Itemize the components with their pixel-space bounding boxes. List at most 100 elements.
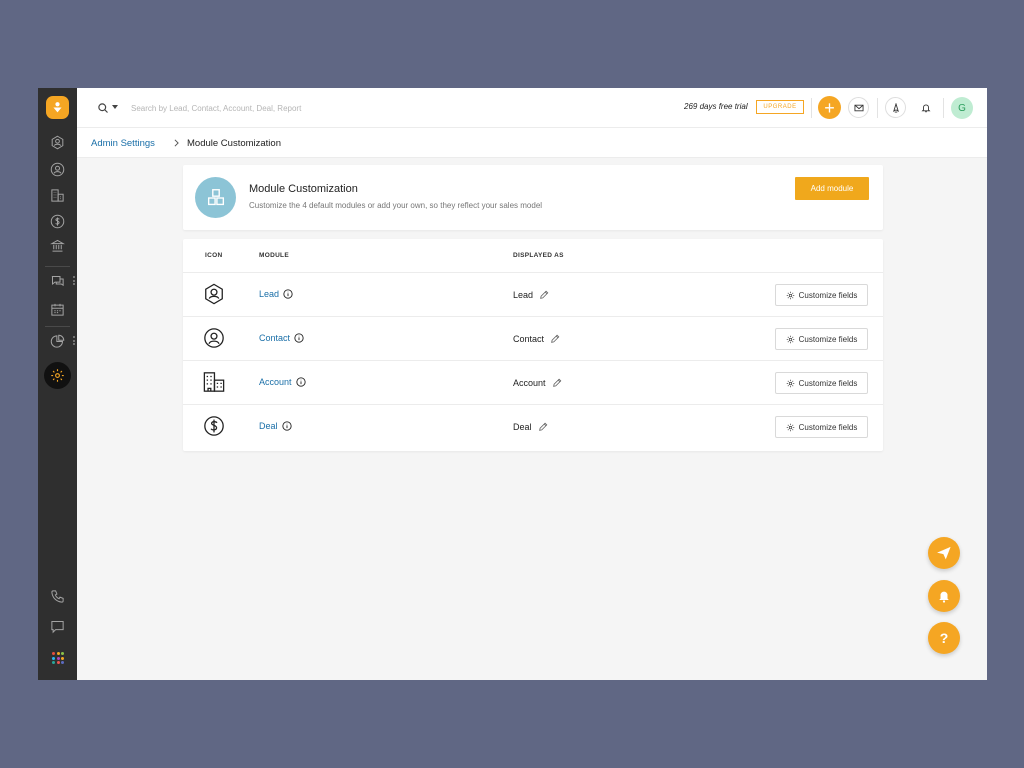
info-icon[interactable] <box>295 377 306 387</box>
add-module-button[interactable]: Add module <box>795 177 869 200</box>
modules-table: ICON MODULE DISPLAYED AS Lead Lead Custo… <box>183 239 883 451</box>
pencil-icon[interactable] <box>550 334 560 344</box>
rocket-icon <box>892 102 899 112</box>
sidebar-more-dots[interactable] <box>73 336 75 345</box>
chat-icon <box>51 275 64 286</box>
gear-icon <box>786 335 794 343</box>
apps-grid-icon[interactable] <box>52 652 64 664</box>
deal-icon <box>203 415 225 437</box>
column-header-module: MODULE <box>259 252 289 259</box>
sidebar-item-settings[interactable] <box>44 362 71 389</box>
sidebar <box>38 88 77 680</box>
gear-icon <box>786 291 794 299</box>
toolbar-divider <box>877 98 878 118</box>
sidebar-divider <box>45 326 70 327</box>
sidebar-item-messages[interactable] <box>38 614 77 638</box>
sidebar-item-leads[interactable] <box>38 130 77 154</box>
quick-add-button[interactable]: + <box>818 96 841 119</box>
app-window: 269 days free trial UPGRADE + G Admin Se… <box>38 88 987 680</box>
notifications-fab-button[interactable] <box>928 580 960 612</box>
send-fab-button[interactable] <box>928 537 960 569</box>
breadcrumb-current: Module Customization <box>187 138 281 149</box>
app-logo[interactable] <box>46 96 69 119</box>
customize-fields-button[interactable]: Customize fields <box>775 416 868 438</box>
avatar[interactable]: G <box>951 97 973 119</box>
logo-icon <box>53 102 62 113</box>
sidebar-item-conversations[interactable] <box>38 269 77 293</box>
page-title: Module Customization <box>249 183 358 195</box>
sidebar-item-deals[interactable] <box>38 209 77 233</box>
table-row: Deal Deal Customize fields <box>183 405 883 449</box>
help-fab-button[interactable]: ? <box>928 622 960 654</box>
toolbar-divider <box>943 98 944 118</box>
paper-plane-icon <box>937 546 951 560</box>
account-icon <box>51 188 64 202</box>
info-icon[interactable] <box>294 333 304 343</box>
plus-icon: + <box>824 97 835 118</box>
upgrade-button[interactable]: UPGRADE <box>756 100 804 114</box>
table-row: Account Account Customize fields <box>183 361 883 405</box>
module-link-contact[interactable]: Contact <box>259 333 290 343</box>
customize-fields-button[interactable]: Customize fields <box>775 372 868 394</box>
gear-icon <box>786 423 794 431</box>
deal-icon <box>50 214 65 228</box>
module-link-account[interactable]: Account <box>259 377 292 387</box>
sidebar-item-phone[interactable] <box>38 584 77 608</box>
lead-icon <box>203 283 225 305</box>
module-header-card: Module Customization Customize the 4 def… <box>183 165 883 230</box>
contact-icon <box>50 162 65 176</box>
search-input[interactable] <box>131 99 431 117</box>
lead-icon <box>51 135 64 149</box>
table-row: Contact Contact Customize fields <box>183 317 883 361</box>
chevron-down-icon[interactable] <box>112 105 118 109</box>
module-link-deal[interactable]: Deal <box>259 421 278 431</box>
modules-icon <box>195 177 236 218</box>
info-icon[interactable] <box>283 289 293 299</box>
customize-fields-label: Customize fields <box>798 290 858 300</box>
pencil-icon[interactable] <box>539 290 549 300</box>
customize-fields-label: Customize fields <box>798 378 858 388</box>
info-icon[interactable] <box>281 421 292 431</box>
sidebar-more-dots[interactable] <box>73 276 75 285</box>
gear-icon <box>51 369 64 382</box>
calendar-icon <box>51 303 64 316</box>
column-header-displayed-as: DISPLAYED AS <box>513 252 564 259</box>
toolbar-divider <box>811 98 812 118</box>
chevron-right-icon <box>174 139 179 147</box>
displayed-as-deal: Deal <box>513 422 532 432</box>
sidebar-item-reports[interactable] <box>38 329 77 353</box>
sidebar-item-accounts[interactable] <box>38 183 77 207</box>
sidebar-item-contacts[interactable] <box>38 157 77 181</box>
pie-chart-icon <box>50 334 65 348</box>
contact-icon <box>203 327 225 349</box>
phone-icon <box>51 589 64 603</box>
trial-status: 269 days free trial <box>684 102 748 111</box>
displayed-as-account: Account <box>513 378 546 388</box>
notifications-button[interactable] <box>915 97 936 118</box>
bank-icon <box>50 239 65 252</box>
page-subtitle: Customize the 4 default modules or add y… <box>249 201 543 210</box>
module-link-lead[interactable]: Lead <box>259 289 279 299</box>
breadcrumb-admin-settings[interactable]: Admin Settings <box>91 138 155 149</box>
email-button[interactable] <box>848 97 869 118</box>
breadcrumb: Admin Settings Module Customization <box>77 128 987 158</box>
table-row: Lead Lead Customize fields <box>183 273 883 317</box>
message-icon <box>51 620 64 633</box>
top-bar: 269 days free trial UPGRADE + G <box>77 88 987 128</box>
displayed-as-contact: Contact <box>513 334 545 344</box>
growth-button[interactable] <box>885 97 906 118</box>
bell-icon <box>939 591 949 603</box>
mail-icon <box>854 104 863 111</box>
column-header-icon: ICON <box>205 252 223 259</box>
pencil-icon[interactable] <box>552 378 562 388</box>
sidebar-item-calendar[interactable] <box>38 297 77 321</box>
customize-fields-button[interactable]: Customize fields <box>775 284 868 306</box>
customize-fields-label: Customize fields <box>798 334 858 344</box>
sidebar-item-companies[interactable] <box>38 233 77 257</box>
pencil-icon[interactable] <box>538 422 548 432</box>
sidebar-divider <box>45 266 70 267</box>
bell-icon <box>921 103 930 112</box>
customize-fields-button[interactable]: Customize fields <box>775 328 868 350</box>
displayed-as-lead: Lead <box>513 290 534 300</box>
search-icon[interactable] <box>97 102 109 114</box>
